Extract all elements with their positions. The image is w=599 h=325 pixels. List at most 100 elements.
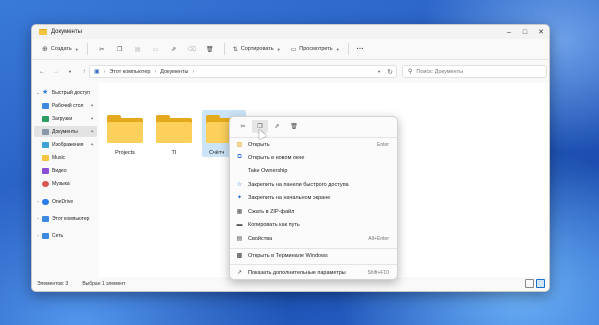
cloud-icon [42, 198, 49, 205]
folder-name: TI [171, 150, 177, 156]
back-arrow-icon[interactable]: ← [35, 65, 49, 79]
folder-open-icon: ▧ [236, 142, 243, 148]
sidebar-item-network[interactable]: › Сеть [34, 230, 97, 241]
menu-item-label: Открыть в Терминале Windows [248, 252, 328, 259]
command-bar: ⊕ Создать ▼ ✂ ❐ ▤ ▭ ⇗ ⌫ 🗑 ⇅ Сортировать … [32, 39, 549, 60]
sort-button[interactable]: ⇅ Сортировать ▼ [230, 42, 284, 56]
sidebar-item-music[interactable]: Музыка [34, 178, 97, 189]
sidebar-item-pictures[interactable]: Изображения ✦ [34, 139, 97, 150]
sidebar-item-label: OneDrive [52, 198, 74, 205]
sidebar-item-label: Документы [52, 128, 78, 135]
minimize-button[interactable]: – [501, 25, 517, 39]
menu-item-show-more-options[interactable]: ↗ Показать дополнительные параметры Shif… [234, 266, 393, 279]
folder-name: Projects [115, 150, 135, 156]
chevron-right-icon: › [154, 68, 157, 75]
chevron-down-icon[interactable]: ▼ [377, 69, 381, 74]
details-view-icon[interactable] [525, 279, 534, 288]
toolbar-divider [223, 43, 225, 55]
blank-icon [236, 167, 243, 174]
sidebar-item-documents[interactable]: Документы ✦ [34, 126, 97, 137]
monitor-icon [42, 215, 49, 222]
sidebar-item-desktop[interactable]: Рабочий стол ✦ [34, 100, 97, 111]
view-icon: ▭ [290, 46, 297, 53]
breadcrumb-documents[interactable]: Документы [160, 69, 188, 75]
trash-icon[interactable]: 🗑 [201, 42, 219, 56]
chevron-down-icon: ▼ [276, 46, 281, 52]
sidebar-item-label: Сеть [52, 232, 64, 239]
trash-icon[interactable]: 🗑 [286, 120, 302, 133]
network-icon [42, 232, 49, 239]
paste-icon[interactable]: ▤ [129, 42, 147, 56]
search-icon: ⚲ [408, 69, 413, 75]
view-button[interactable]: ▭ Просмотреть ▼ [288, 42, 343, 56]
sidebar-item-label: Быстрый доступ [52, 89, 90, 96]
search-input[interactable]: ⚲ Поиск: Документы [402, 65, 547, 78]
sort-button-label: Сортировать [240, 46, 274, 52]
pin-icon: ✦ [90, 141, 94, 147]
copy-path-icon: ▬ [236, 221, 243, 228]
more-options-icon: ↗ [236, 270, 243, 276]
sort-icon: ⇅ [232, 46, 238, 53]
chevron-down-icon[interactable]: ▼ [63, 65, 77, 79]
sidebar-item-this-pc[interactable]: › Этот компьютер [34, 213, 97, 224]
more-icon: ··· [356, 45, 364, 53]
sidebar-item-videos[interactable]: Видео [34, 165, 97, 176]
monitor-icon: ▣ [94, 69, 100, 75]
menu-item-label: Take Ownership [248, 167, 288, 174]
sidebar-item-downloads[interactable]: Загрузки ✦ [34, 113, 97, 124]
forward-arrow-icon[interactable]: → [49, 65, 63, 79]
view-button-label: Просмотреть [299, 46, 333, 52]
refresh-icon[interactable]: ↻ [387, 68, 393, 76]
window-title: Документы [51, 29, 82, 35]
sidebar-item-label: Загрузки [52, 115, 73, 122]
menu-item-pin-start[interactable]: ✦ Закрепить на начальном экране [234, 191, 393, 204]
new-button[interactable]: ⊕ Создать ▼ [39, 42, 82, 56]
download-icon [42, 115, 49, 122]
share-icon[interactable]: ⇗ [269, 120, 285, 133]
cut-icon[interactable]: ✂ [235, 120, 251, 133]
tiles-view-icon[interactable] [536, 279, 545, 288]
sidebar-item-music-folder[interactable]: Music [34, 152, 97, 163]
address-bar[interactable]: ▣ › Этот компьютер › Документы › ▼ ↻ [89, 65, 397, 78]
menu-item-label: Копировать как путь [248, 221, 300, 228]
menu-item-label: Сжать в ZIP-файл [248, 208, 295, 215]
cut-icon[interactable]: ✂ [93, 42, 111, 56]
breadcrumb-this-pc[interactable]: Этот компьютер [109, 69, 150, 75]
menu-divider [230, 264, 397, 265]
more-options-button[interactable]: ··· [354, 42, 367, 56]
video-icon [42, 167, 49, 174]
pin-icon: ✦ [90, 102, 94, 108]
sidebar-item-quick-access[interactable]: ⌄ ★ Быстрый доступ [34, 87, 97, 98]
menu-item-compress-zip[interactable]: ▦ Сжать в ZIP-файл [234, 205, 393, 218]
menu-item-take-ownership[interactable]: Take Ownership [234, 164, 393, 177]
sidebar-item-label: Изображения [52, 141, 84, 148]
desktop-icon [42, 102, 49, 109]
delete-icon[interactable]: ⌫ [183, 42, 201, 56]
title-bar: Документы – □ ✕ [32, 25, 549, 39]
folder-icon [39, 29, 47, 35]
context-menu: ✂ ❐ ⇗ 🗑 ▧ Открыть Enter ⧉ Открыть в ново… [229, 116, 398, 280]
menu-item-open-new-window[interactable]: ⧉ Открыть в новом окне [234, 151, 393, 164]
menu-item-shortcut: Alt+Enter [368, 235, 389, 242]
toolbar-divider [86, 43, 88, 55]
folder-item-ti[interactable]: TI [152, 110, 196, 157]
sidebar-item-onedrive[interactable]: › OneDrive [34, 196, 97, 207]
navigation-pane: ⌄ ★ Быстрый доступ Рабочий стол ✦ Загруз… [32, 83, 99, 279]
selection-count: Выбран 1 элемент [82, 281, 126, 287]
menu-item-label: Показать дополнительные параметры [248, 269, 346, 276]
menu-item-pin-quick-access[interactable]: ☆ Закрепить на панели быстрого доступа [234, 178, 393, 191]
menu-item-properties[interactable]: ▤ Свойства Alt+Enter [234, 232, 393, 245]
copy-icon[interactable]: ❐ [111, 42, 129, 56]
maximize-button[interactable]: □ [517, 25, 533, 39]
sidebar-item-label: Видео [52, 167, 67, 174]
star-icon: ☆ [236, 182, 243, 188]
close-button[interactable]: ✕ [533, 25, 549, 39]
menu-item-copy-path[interactable]: ▬ Копировать как путь [234, 218, 393, 231]
share-icon[interactable]: ⇗ [165, 42, 183, 56]
toolbar-divider [347, 43, 349, 55]
menu-item-open[interactable]: ▧ Открыть Enter [234, 138, 393, 151]
menu-item-open-terminal[interactable]: ▩ Открыть в Терминале Windows [234, 249, 393, 262]
menu-item-label: Закрепить на начальном экране [248, 194, 331, 201]
folder-item-projects[interactable]: Projects [103, 110, 147, 157]
rename-icon[interactable]: ▭ [147, 42, 165, 56]
